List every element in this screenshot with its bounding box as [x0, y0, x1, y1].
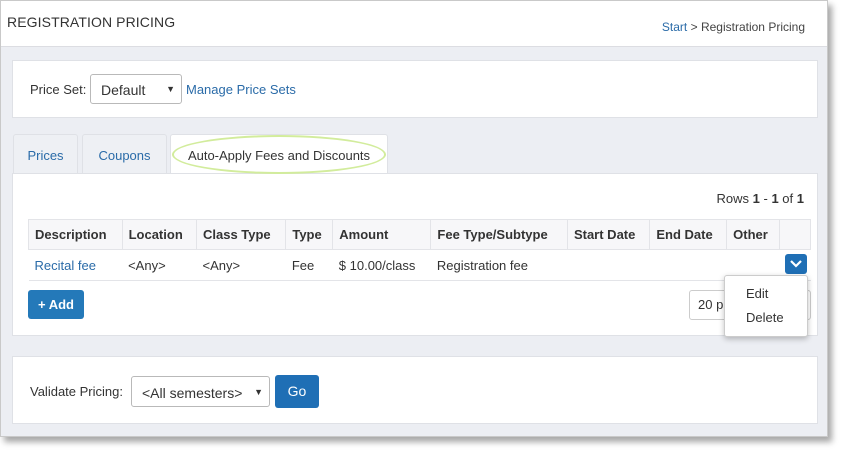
- chevron-down-icon: [790, 260, 802, 268]
- rows-dash: -: [759, 191, 772, 206]
- fees-table: Description Location Class Type Type Amo…: [28, 219, 811, 281]
- fees-panel: Rows 1 - 1 of 1 Description Location Cla…: [12, 173, 818, 336]
- column-header[interactable]: Fee Type/Subtype: [430, 219, 568, 250]
- go-button[interactable]: Go: [275, 375, 319, 408]
- tab-prices-label: Prices: [27, 148, 64, 163]
- row-class-type: <Any>: [196, 249, 286, 281]
- row-location: <Any>: [122, 249, 197, 281]
- app-window: REGISTRATION PRICING Start > Registratio…: [0, 0, 828, 437]
- breadcrumb: Start > Registration Pricing: [662, 20, 805, 34]
- row-description-link[interactable]: Recital fee: [28, 249, 123, 281]
- breadcrumb-start-link[interactable]: Start: [662, 20, 687, 34]
- row-start-date: [567, 249, 650, 281]
- column-header[interactable]: Type: [285, 219, 334, 250]
- validate-panel: Validate Pricing: <All semesters> ▼ Go: [12, 356, 818, 424]
- add-button[interactable]: + Add: [28, 290, 84, 319]
- column-header[interactable]: Other: [726, 219, 780, 250]
- tab-highlight-ellipse: [172, 135, 386, 174]
- column-header[interactable]: Start Date: [566, 219, 651, 250]
- breadcrumb-current: Registration Pricing: [700, 20, 805, 34]
- rows-end: 1: [771, 191, 779, 206]
- column-header[interactable]: Amount: [332, 219, 432, 250]
- rows-total: 1: [796, 191, 804, 206]
- price-set-select[interactable]: Default ▼: [90, 74, 182, 104]
- column-header[interactable]: Class Type: [195, 219, 287, 250]
- per-page-value: 20 p: [698, 297, 724, 312]
- tab-coupons[interactable]: Coupons: [82, 134, 167, 174]
- menu-item-edit[interactable]: Edit: [746, 286, 768, 301]
- table-row: Recital fee <Any> <Any> Fee $ 10.00/clas…: [28, 249, 811, 281]
- page-header: REGISTRATION PRICING Start > Registratio…: [1, 1, 827, 47]
- column-header[interactable]: Location: [121, 219, 197, 250]
- row-menu-button[interactable]: [785, 254, 807, 274]
- tab-coupons-label: Coupons: [98, 148, 151, 163]
- row-amount: $ 10.00/class: [332, 249, 431, 281]
- rows-prefix: Rows: [716, 191, 753, 206]
- manage-price-sets-link[interactable]: Manage Price Sets: [186, 82, 296, 97]
- row-action-menu: Edit Delete: [724, 275, 808, 337]
- column-header[interactable]: Description: [28, 219, 123, 250]
- tab-prices[interactable]: Prices: [13, 134, 78, 174]
- rows-start: 1: [752, 191, 760, 206]
- semester-select[interactable]: <All semesters> ▼: [131, 376, 270, 407]
- actions-column-header: [779, 219, 811, 250]
- row-fee-type: Registration fee: [430, 249, 568, 281]
- caret-down-icon: ▼: [254, 386, 263, 397]
- price-set-panel: Price Set: Default ▼ Manage Price Sets: [12, 60, 818, 118]
- row-end-date: [649, 249, 727, 281]
- price-set-label: Price Set:: [30, 82, 87, 97]
- page-title: REGISTRATION PRICING: [7, 14, 176, 30]
- validate-pricing-label: Validate Pricing:: [30, 384, 123, 399]
- semester-select-value: <All semesters>: [142, 385, 243, 401]
- breadcrumb-separator: >: [687, 20, 701, 34]
- column-header[interactable]: End Date: [649, 219, 728, 250]
- table-header-row: Description Location Class Type Type Amo…: [28, 219, 811, 250]
- rows-info: Rows 1 - 1 of 1: [717, 191, 804, 206]
- rows-of: of: [778, 191, 797, 206]
- plus-icon: +: [37, 297, 46, 312]
- caret-down-icon: ▼: [166, 84, 175, 94]
- add-button-label: Add: [48, 297, 74, 312]
- row-type: Fee: [285, 249, 333, 281]
- menu-item-delete[interactable]: Delete: [746, 310, 784, 325]
- price-set-value: Default: [101, 82, 146, 98]
